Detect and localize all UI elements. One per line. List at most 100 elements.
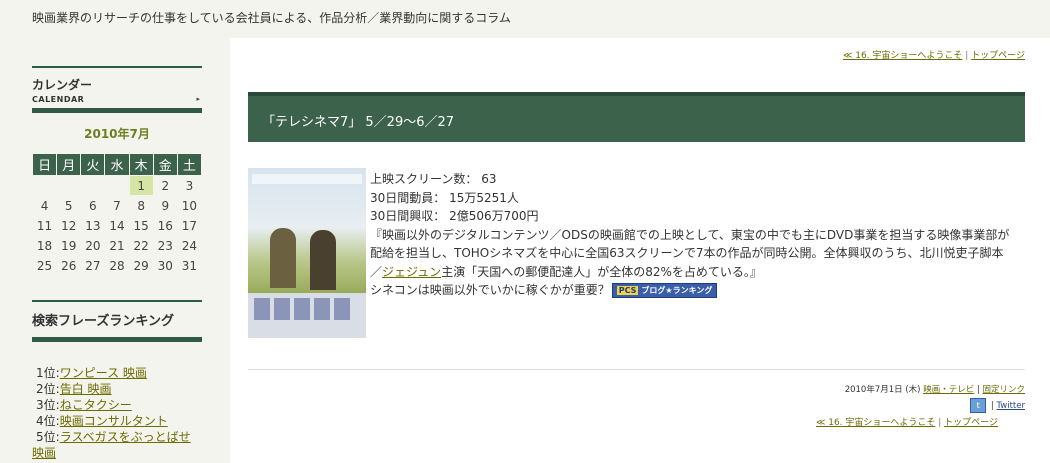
calendar-weekday: 水 bbox=[104, 153, 130, 176]
calendar-day[interactable]: 19 bbox=[56, 235, 82, 256]
nav-separator: | bbox=[962, 51, 972, 61]
calendar-day[interactable]: 24 bbox=[176, 235, 203, 256]
calendar-day[interactable]: 15 bbox=[128, 215, 154, 236]
calendar-day[interactable]: 3 bbox=[176, 175, 203, 196]
calendar-day[interactable]: 20 bbox=[80, 235, 106, 256]
badge-pcs-icon: PCS bbox=[616, 286, 639, 295]
twitter-share: t | Twitter bbox=[970, 398, 1025, 413]
calendar-day[interactable]: 29 bbox=[128, 255, 154, 276]
ranking-item: 3位:ねこタクシー bbox=[36, 397, 202, 413]
calendar-table: 日月火水木金土 1 2 3 4 5 6 7 8 9 10 11 12 13 14 15 16 17 18 19 20 2… bbox=[31, 153, 203, 276]
calendar-day[interactable]: 11 bbox=[31, 215, 58, 236]
top-page-link-bottom[interactable]: トップページ bbox=[944, 418, 998, 428]
site-description: 映画業界のリサーチの仕事をしている会社員による、作品分析／業界動向に関するコラム bbox=[32, 11, 511, 25]
calendar-day[interactable]: 1 bbox=[128, 175, 154, 196]
jejung-link[interactable]: ジェジュン bbox=[382, 265, 441, 279]
badge-label: ブログ★ランキング bbox=[641, 286, 713, 295]
top-page-link[interactable]: トップページ bbox=[971, 51, 1025, 61]
calendar-day[interactable]: 28 bbox=[104, 255, 130, 276]
blog-ranking-badge[interactable]: PCS ブログ★ランキング bbox=[611, 283, 718, 298]
calendar-day[interactable]: 23 bbox=[152, 235, 178, 256]
calendar-week: 11 12 13 14 15 16 17 bbox=[31, 215, 203, 236]
calendar-day[interactable]: 8 bbox=[128, 195, 154, 216]
body-line: 配給を担当し、TOHOシネマズを中心に全国63スクリーンで7本の作品が同時公開。… bbox=[370, 246, 1004, 260]
ranking-item: 4位:映画コンサルタント bbox=[36, 413, 202, 429]
calendar-day[interactable]: 9 bbox=[152, 195, 178, 216]
ranking-item: 1位:ワンピース 映画 bbox=[36, 365, 202, 381]
calendar-arrow-icon[interactable]: ▸ bbox=[196, 95, 200, 103]
ranking-item: 5位:ラスベガスをぶっとばせ bbox=[36, 429, 202, 445]
calendar-day[interactable]: 26 bbox=[56, 255, 82, 276]
ranking-link[interactable]: ワンピース 映画 bbox=[60, 366, 147, 380]
calendar-day[interactable]: 13 bbox=[80, 215, 106, 236]
ranking-link[interactable]: ねこタクシー bbox=[60, 398, 132, 412]
calendar-day[interactable]: 4 bbox=[31, 195, 58, 216]
ranking-item: 2位:告白 映画 bbox=[36, 381, 202, 397]
calendar-day[interactable]: 12 bbox=[56, 215, 82, 236]
calendar-week: 4 5 6 7 8 9 10 bbox=[31, 195, 203, 216]
poster-person-left bbox=[270, 228, 296, 288]
twitter-link[interactable]: Twitter bbox=[997, 401, 1026, 411]
entry-meta: 2010年7月1日 (木) 映画・テレビ | 固定リンク bbox=[845, 383, 1025, 395]
calendar-month: 2010年7月 bbox=[84, 127, 150, 141]
calendar-day[interactable]: 6 bbox=[80, 195, 106, 216]
category-link[interactable]: 映画・テレビ bbox=[923, 385, 974, 395]
calendar-day[interactable]: 27 bbox=[80, 255, 106, 276]
poster-title-band bbox=[252, 174, 362, 184]
closing-question: シネコンは映画以外でいかに稼ぐかが重要？ bbox=[370, 283, 610, 297]
entry-separator bbox=[248, 369, 1025, 370]
twitter-separator: | bbox=[988, 401, 997, 411]
calendar-day[interactable]: 16 bbox=[152, 215, 178, 236]
ranking-title: 検索フレーズランキング bbox=[32, 314, 174, 329]
calendar-day[interactable]: 10 bbox=[176, 195, 203, 216]
ranking-position: 3位: bbox=[36, 398, 60, 412]
prev-entry-link-bottom[interactable]: ≪ 16. 宇宙ショーへようこそ bbox=[816, 418, 935, 428]
calendar-day[interactable]: 22 bbox=[128, 235, 154, 256]
entry-date: 2010年7月1日 (木) bbox=[844, 385, 924, 395]
calendar-day[interactable]: 31 bbox=[176, 255, 203, 276]
main-content: ≪ 16. 宇宙ショーへようこそ | トップページ 「テレシネマ7」 5／29〜… bbox=[230, 38, 1050, 463]
body-line: シネコンは映画以外でいかに稼ぐかが重要？ PCS ブログ★ランキング bbox=[370, 281, 1030, 300]
calendar-day bbox=[56, 175, 82, 196]
poster-thumb bbox=[254, 298, 270, 320]
calendar-day[interactable]: 7 bbox=[104, 195, 130, 216]
calendar-weekday: 土 bbox=[176, 153, 203, 176]
twitter-icon[interactable]: t bbox=[970, 398, 987, 413]
calendar-day[interactable]: 18 bbox=[31, 235, 58, 256]
calendar-weekday: 木 bbox=[128, 153, 154, 176]
bottom-navigation: ≪ 16. 宇宙ショーへようこそ | トップページ bbox=[816, 415, 998, 428]
line-prefix: ／ bbox=[370, 264, 383, 279]
entry-title: 「テレシネマ7」 5／29〜6／27 bbox=[248, 92, 1025, 142]
calendar-weekday: 月 bbox=[56, 153, 82, 176]
calendar-day[interactable]: 21 bbox=[104, 235, 130, 256]
ranking-item-wrap: 映画 bbox=[32, 445, 202, 461]
calendar-day[interactable]: 25 bbox=[31, 255, 58, 276]
calendar-day[interactable]: 14 bbox=[104, 215, 130, 236]
ranking-link[interactable]: 告白 映画 bbox=[60, 382, 112, 396]
movie-poster-image bbox=[248, 168, 366, 338]
body-line: 30日間動員： 15万5251人 bbox=[370, 190, 519, 205]
poster-thumb bbox=[274, 298, 290, 320]
ranking-header: 検索フレーズランキング bbox=[32, 300, 202, 342]
ranking-link-continuation[interactable]: 映画 bbox=[32, 446, 56, 460]
ranking-position: 5位: bbox=[36, 430, 60, 444]
sidebar: カレンダー CALENDAR ▸ 2010年7月 日月火水木金土 1234567… bbox=[31, 66, 203, 461]
calendar-day[interactable]: 17 bbox=[176, 215, 203, 236]
calendar-day[interactable]: 2 bbox=[152, 175, 178, 196]
ranking-list: 1位:ワンピース 映画 2位:告白 映画 3位:ねこタクシー 4位:映画コンサルタント… bbox=[32, 365, 202, 461]
body-line: 『映画以外のデジタルコンテンツ／ODSの映画館での上映として、東宝の中でも主にD… bbox=[370, 227, 1010, 242]
top-navigation: ≪ 16. 宇宙ショーへようこそ | トップページ bbox=[843, 48, 1025, 61]
calendar-week: 123 bbox=[31, 175, 203, 196]
prev-entry-link[interactable]: ≪ 16. 宇宙ショーへようこそ bbox=[843, 51, 962, 61]
calendar-day bbox=[80, 175, 106, 196]
body-line: ／ジェジュン主演「天国への郵便配達人」が全体の82%を占めている。』 bbox=[370, 263, 1030, 282]
ranking-position: 2位: bbox=[36, 382, 60, 396]
nav-separator: | bbox=[935, 418, 945, 428]
calendar-weekday: 火 bbox=[80, 153, 106, 176]
ranking-link[interactable]: 映画コンサルタント bbox=[60, 414, 168, 428]
ranking-link[interactable]: ラスベガスをぶっとばせ bbox=[60, 430, 191, 444]
calendar-day[interactable]: 30 bbox=[152, 255, 178, 276]
permalink-link[interactable]: 固定リンク bbox=[982, 385, 1025, 395]
calendar-week: 25 26 27 28 29 30 31 bbox=[31, 255, 203, 276]
calendar-day[interactable]: 5 bbox=[56, 195, 82, 216]
